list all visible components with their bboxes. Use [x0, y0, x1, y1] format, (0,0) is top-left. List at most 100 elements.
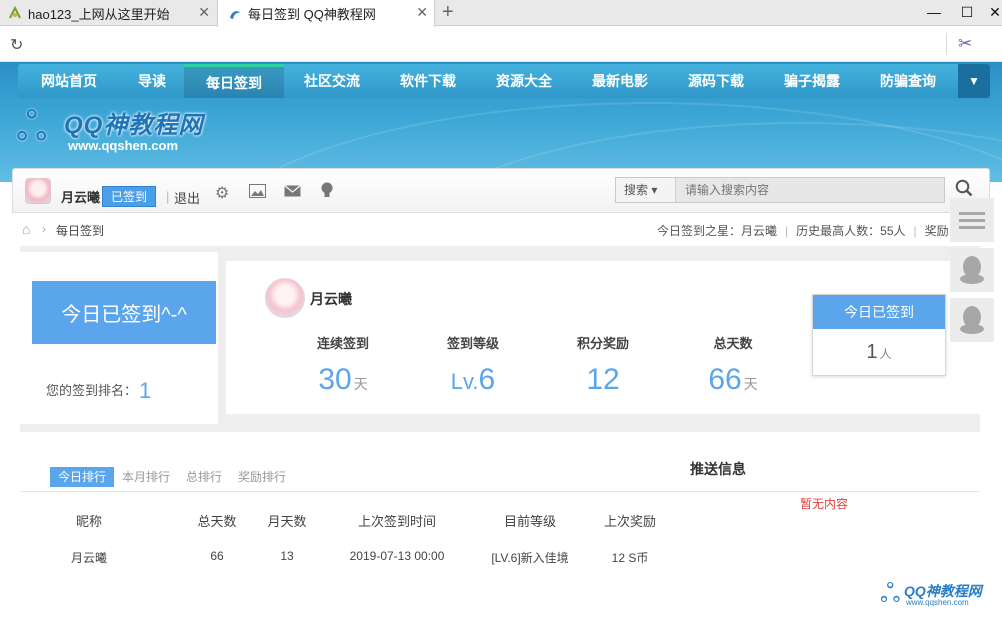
sign-stats-summary: 今日签到之星：月云曦 | 历史最高人数：55人 | 奖励 [657, 224, 949, 238]
toolbar-divider [946, 33, 947, 55]
stat-level: 签到等级 Lv.6 [418, 333, 528, 398]
nav-item-software[interactable]: 软件下载 [380, 64, 476, 98]
tab-reward-rank[interactable]: 奖励排行 [230, 467, 294, 487]
signed-badge: 已签到 [102, 186, 157, 207]
new-tab-button[interactable]: + [442, 1, 454, 24]
logout-link[interactable]: 退出 [174, 188, 200, 207]
col-last-reward: 上次奖励 [603, 514, 656, 529]
search-box: 搜索 ▾ [615, 177, 945, 203]
nav-item-daily-sign[interactable]: 每日签到 [184, 64, 284, 98]
breadcrumb: ⌂ › 每日签到 今日签到之星：月云曦 | 历史最高人数：55人 | 奖励 [20, 221, 980, 240]
scissors-icon[interactable]: ✂ [958, 34, 972, 54]
cell-level: [LV.6]新入佳境 [491, 551, 569, 565]
my-rank: 您的签到排名：1 [46, 378, 151, 404]
tab-today-rank[interactable]: 今日排行 [50, 467, 115, 487]
push-info-title: 推送信息 [690, 461, 746, 477]
divider [20, 491, 980, 492]
nav-item-community[interactable]: 社区交流 [284, 64, 380, 98]
avatar[interactable] [25, 178, 51, 204]
stat-value: 30 天 [318, 363, 368, 396]
col-month-days: 月天数 [267, 514, 307, 529]
stat-label: 积分奖励 [576, 336, 629, 351]
site-banner: 网站首页 导读 每日签到 社区交流 软件下载 资源大全 最新电影 源码下载 骗子… [0, 62, 1002, 182]
username[interactable]: 月云曦 [310, 289, 352, 309]
stat-consecutive: 连续签到 30 天 [288, 333, 398, 400]
ranking-tabs: 今日排行 本月排行 总排行 奖励排行 [50, 467, 294, 487]
tab-total-rank[interactable]: 总排行 [178, 467, 230, 487]
close-window-button[interactable]: ✕ [985, 4, 1002, 21]
username[interactable]: 月云曦 [61, 187, 100, 206]
qq-group-button[interactable] [950, 298, 994, 342]
nav-item-resources[interactable]: 资源大全 [476, 64, 572, 98]
nav-more-button[interactable]: ▼ [958, 64, 990, 98]
maximize-button[interactable]: ☐ [957, 4, 977, 21]
address-bar: ↻ ✂ [0, 27, 1002, 62]
dragon-logo-icon: ஃ [880, 578, 901, 608]
list-menu-button[interactable] [950, 198, 994, 242]
stat-value: 66 天 [708, 363, 758, 396]
qq-contact-button[interactable] [950, 248, 994, 292]
table-row: 月云曦 66 13 2019-07-13 00:00 [LV.6]新入佳境 12… [50, 549, 690, 569]
browser-tab-bar: hao123_上网从这里开始 ✕ 每日签到 QQ神教程网 ✕ + — ☐ ✕ [0, 0, 1002, 27]
reward-label: 奖励 [924, 224, 949, 238]
chevron-right-icon: › [42, 222, 46, 236]
watermark-url: www.qqshen.com [906, 598, 969, 607]
nav-item-source-code[interactable]: 源码下载 [668, 64, 764, 98]
divider: | [166, 189, 170, 204]
avatar[interactable] [265, 278, 305, 318]
stat-label: 连续签到 [316, 336, 369, 351]
col-total-days: 总天数 [197, 514, 237, 529]
main-nav: 网站首页 导读 每日签到 社区交流 软件下载 资源大全 最新电影 源码下载 骗子… [18, 64, 990, 98]
stat-label: 签到等级 [446, 336, 499, 351]
image-icon[interactable] [249, 184, 266, 198]
nav-item-movies[interactable]: 最新电影 [572, 64, 668, 98]
tab-title: hao123_上网从这里开始 [28, 6, 170, 22]
minimize-button[interactable]: — [924, 4, 944, 20]
today-signed-button[interactable]: 今日已签到^-^ [32, 281, 216, 344]
user-toolbar: 月云曦 已签到 | 退出 ⚙ 搜索 ▾ [12, 168, 990, 213]
tab-hao123[interactable]: hao123_上网从这里开始 ✕ [0, 0, 216, 26]
star-name[interactable]: 月云曦 [741, 224, 777, 238]
cell-nickname[interactable]: 月云曦 [64, 549, 114, 566]
mail-icon[interactable] [284, 185, 301, 197]
tab-qqshen[interactable]: 每日签到 QQ神教程网 ✕ [217, 0, 435, 27]
cell-last-reward: 12 S币 [611, 551, 649, 565]
stat-total-days: 总天数 66 天 [678, 333, 788, 400]
push-empty-text: 暂无内容 [800, 497, 849, 511]
dragon-logo-icon: ஃ [16, 105, 48, 149]
qqshen-favicon-icon [230, 10, 240, 19]
tab-close-icon[interactable]: ✕ [416, 4, 428, 21]
rank-label: 您的签到排名： [46, 383, 138, 398]
col-last-sign-time: 上次签到时间 [357, 514, 436, 529]
cell-total-days: 66 [210, 549, 224, 563]
stat-label: 总天数 [713, 336, 753, 351]
reload-icon[interactable]: ↻ [10, 35, 23, 55]
tab-title: 每日签到 QQ神教程网 [248, 7, 376, 22]
stat-value: 12 [586, 363, 620, 396]
tab-month-rank[interactable]: 本月排行 [114, 467, 178, 487]
search-input[interactable] [677, 178, 944, 202]
today-count-box: 今日已签到 1人 [812, 294, 946, 376]
nav-item-scam-check[interactable]: 防骗查询 [860, 64, 956, 98]
breadcrumb-current[interactable]: 每日签到 [56, 222, 104, 239]
today-count-title: 今日已签到 [813, 295, 945, 329]
nav-item-scam-expose[interactable]: 骗子揭露 [764, 64, 860, 98]
col-nickname: 昵称 [75, 514, 102, 529]
rank-value: 1 [139, 378, 152, 403]
gear-icon[interactable]: ⚙ [215, 183, 229, 203]
tab-close-icon[interactable]: ✕ [198, 4, 210, 21]
stat-value: Lv.6 [450, 363, 496, 396]
nav-item-guide[interactable]: 导读 [120, 64, 184, 98]
history-max: 历史最高人数：55人 [796, 224, 906, 238]
watermark-logo: ஃ QQ神教程网 www.qqshen.com [880, 578, 990, 610]
site-logo[interactable]: ஃ QQ神教程网 www.qqshen.com [16, 105, 203, 153]
nav-item-home[interactable]: 网站首页 [18, 64, 120, 98]
list-icon [959, 212, 985, 229]
col-level: 目前等级 [503, 514, 556, 529]
cell-month-days: 13 [280, 549, 294, 563]
lightbulb-icon[interactable] [320, 182, 334, 199]
home-icon[interactable]: ⌂ [22, 221, 30, 237]
search-category-select[interactable]: 搜索 ▾ [616, 178, 676, 202]
star-label: 今日签到之星： [657, 224, 742, 238]
stat-points: 积分奖励 12 [548, 333, 658, 396]
